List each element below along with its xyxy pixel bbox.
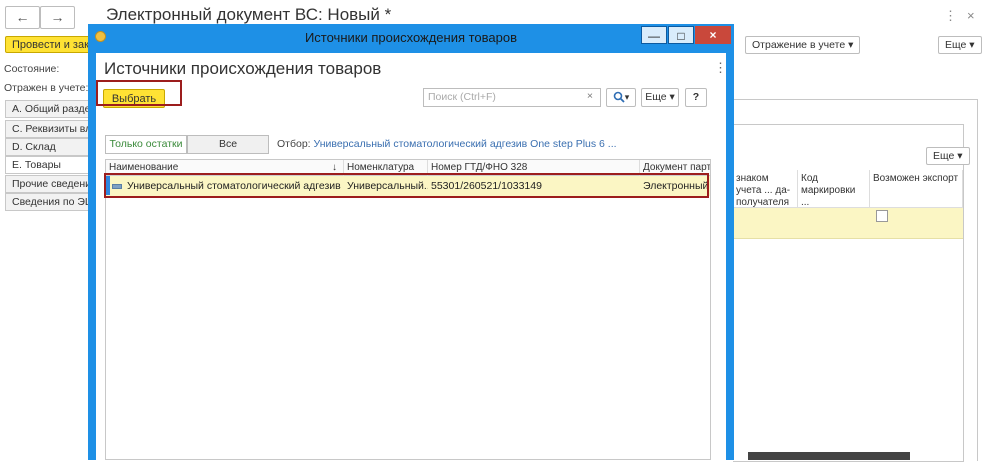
close-icon[interactable]: × <box>967 8 975 23</box>
state-label: Состояние: <box>4 63 60 75</box>
column-header-label: Наименование <box>109 162 179 173</box>
minimize-button[interactable]: — <box>641 26 667 44</box>
highlight-table-row <box>104 173 709 198</box>
reflection-label: Отражение в учете <box>752 39 846 51</box>
more-button[interactable]: Еще ▾ <box>641 88 679 107</box>
column-header-accounting-sign[interactable]: знаком учета ... да-получателя <box>733 170 798 208</box>
help-button[interactable]: ? <box>685 88 707 107</box>
filter-value[interactable]: Универсальный стоматологический адгезив … <box>314 138 617 150</box>
filter-label: Отбор: <box>277 138 311 150</box>
reflected-label: Отражен в учете: <box>4 82 89 94</box>
more-label: Еще <box>933 150 955 162</box>
search-icon <box>613 91 625 103</box>
arrow-left-icon: ← <box>15 9 30 25</box>
chevron-down-icon: ▾ <box>848 39 854 51</box>
export-checkbox[interactable] <box>876 210 888 222</box>
background-table-row[interactable] <box>733 208 963 239</box>
tab-signature-info[interactable]: Сведения по ЭЦП <box>5 193 95 211</box>
search-button[interactable]: ▾ <box>606 88 636 107</box>
reflection-button[interactable]: Отражение в учете ▾ <box>745 36 861 54</box>
tab-other-info[interactable]: Прочие сведения <box>5 175 95 193</box>
column-header-export[interactable]: Возможен экспорт <box>870 170 963 208</box>
toggle-remainders-only[interactable]: Только остатки <box>105 135 187 154</box>
taskbar-fragment <box>748 452 910 460</box>
tab-general[interactable]: А. Общий раздел <box>5 100 95 118</box>
close-button[interactable]: × <box>695 26 731 44</box>
more-label: Еще <box>945 39 967 51</box>
maximize-button[interactable]: □ <box>668 26 694 44</box>
form-title: Источники происхождения товаров <box>104 59 382 78</box>
more-menu-icon[interactable]: ⋮ <box>714 60 727 76</box>
search-clear-icon[interactable]: × <box>581 88 599 107</box>
sources-table: Наименование ↓ Номенклатура Номер ГТД/ФНО… <box>105 159 711 460</box>
more-button[interactable]: Еще ▾ <box>938 36 982 54</box>
chevron-down-icon: ▾ <box>969 39 975 51</box>
document-title: Электронный документ ВС: Новый * <box>106 5 392 24</box>
back-button[interactable]: ← <box>5 6 40 29</box>
search-input[interactable]: Поиск (Ctrl+F) <box>423 88 601 107</box>
tab-owner-details[interactable]: С. Реквизиты владельца <box>5 120 95 138</box>
dialog-window-title: Источники происхождения товаров <box>304 30 518 45</box>
more-icon[interactable]: ⋮ <box>944 8 957 24</box>
arrow-right-icon: → <box>50 9 65 25</box>
tab-goods[interactable]: E. Товары <box>5 156 95 174</box>
dialog-body: Источники происхождения товаров ⋮ Выбрат… <box>96 53 727 460</box>
maximize-icon: □ <box>677 29 685 43</box>
post-and-close-button[interactable]: Провести и закрыть <box>5 36 95 53</box>
sources-dialog: Источники происхождения товаров — □ × Ис… <box>88 24 734 460</box>
chevron-down-icon: ▾ <box>624 92 630 102</box>
toggle-all[interactable]: Все <box>187 135 269 154</box>
grid-more-button[interactable]: Еще ▾ <box>926 147 970 165</box>
chevron-down-icon: ▾ <box>957 150 963 162</box>
minimize-icon: — <box>648 29 660 43</box>
highlight-select-button <box>96 80 182 106</box>
close-icon: × <box>709 28 717 42</box>
tab-warehouse[interactable]: D. Склад <box>5 138 95 156</box>
filter-indicator[interactable]: Отбор: Универсальный стоматологический а… <box>277 138 617 150</box>
forward-button[interactable]: → <box>40 6 75 29</box>
column-header-marking-code[interactable]: Код маркировки ... <box>798 170 870 208</box>
